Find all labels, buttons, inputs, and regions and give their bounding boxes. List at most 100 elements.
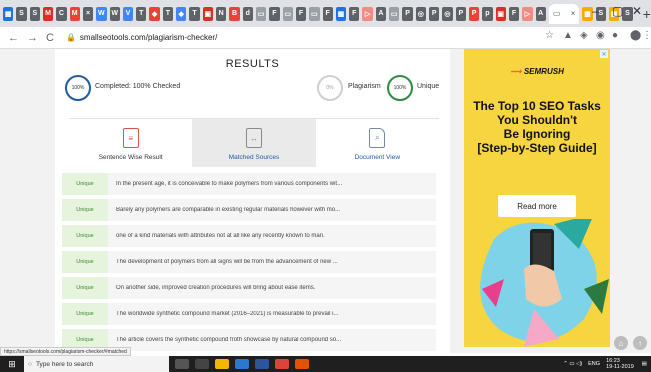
- browser-tab-favicon[interactable]: ×: [82, 6, 94, 21]
- browser-tab-favicon[interactable]: ▭: [282, 6, 293, 21]
- browser-tab-favicon[interactable]: S: [29, 6, 40, 21]
- unique-circle: 100%: [387, 75, 413, 101]
- sentence-row[interactable]: Unique In the present age, it is conceiva…: [62, 173, 436, 195]
- chrome-taskbar-icon[interactable]: [275, 359, 289, 369]
- browser-tab-favicon[interactable]: W: [109, 6, 120, 21]
- restore-button[interactable]: ▢: [612, 4, 623, 18]
- browser-tab-favicon[interactable]: ▦: [335, 6, 347, 21]
- status-url: https://smallseotools.com/plagiarism-che…: [0, 347, 131, 356]
- minimize-button[interactable]: –: [592, 4, 599, 18]
- tab-matched-sources[interactable]: ↔ Matched Sources: [192, 119, 316, 167]
- browser-tab-favicon[interactable]: F: [349, 6, 360, 21]
- windows-taskbar: ⊞ ○ Type here to search ⌃ ▭ ◁) ENG 16:23…: [0, 356, 651, 372]
- browser-tab-favicon[interactable]: F: [322, 6, 333, 21]
- ad-brand-text: SEMRUSH: [523, 67, 564, 76]
- forward-icon[interactable]: →: [27, 32, 38, 44]
- plagiarism-percent: 0%: [326, 85, 334, 91]
- url-field[interactable]: 🔒 smallseotools.com/plagiarism-checker/: [66, 33, 217, 42]
- close-tab-icon[interactable]: ×: [571, 9, 576, 18]
- browser-tab-favicon[interactable]: T: [162, 6, 174, 21]
- read-more-button[interactable]: Read more: [498, 195, 576, 217]
- extension-icon[interactable]: ◉: [596, 30, 605, 41]
- browser-tab-favicon[interactable]: ▭: [255, 6, 267, 21]
- file-explorer-icon[interactable]: [215, 359, 229, 369]
- browser-tab-favicon[interactable]: S: [16, 6, 27, 21]
- word-icon[interactable]: [255, 359, 269, 369]
- browser-tab-favicon[interactable]: d: [242, 6, 253, 21]
- sentence-row[interactable]: Unique one of a kind materials with attri…: [62, 225, 436, 247]
- lang-indicator[interactable]: ENG: [588, 361, 600, 367]
- browser-tab-favicon[interactable]: ◎: [442, 6, 453, 21]
- back-icon[interactable]: ←: [8, 32, 19, 44]
- reload-icon[interactable]: C: [46, 32, 54, 44]
- sentence-row[interactable]: Unique The worldwide synthetic compound m…: [62, 303, 436, 325]
- browser-tab-favicon[interactable]: p: [482, 6, 493, 21]
- browser-tab-favicon[interactable]: F: [508, 6, 520, 21]
- sentence-row[interactable]: Unique Barely any polymers are comparable…: [62, 199, 436, 221]
- notification-icon[interactable]: ▤: [642, 361, 647, 367]
- browser-tab-favicon[interactable]: ◆: [176, 6, 187, 21]
- store-icon[interactable]: [235, 359, 249, 369]
- sentence-text: The development of polymers from all sig…: [116, 259, 338, 265]
- mic-icon[interactable]: [175, 359, 189, 369]
- browser-tab-favicon[interactable]: C: [56, 6, 67, 21]
- taskbar-search-input[interactable]: ○ Type here to search: [24, 356, 169, 372]
- ad-illustration: [480, 219, 609, 347]
- browser-tab-favicon[interactable]: ▭: [309, 6, 320, 21]
- sentence-row[interactable]: Unique The development of polymers from a…: [62, 251, 436, 273]
- browser-tab-favicon[interactable]: P: [468, 6, 480, 21]
- browser-tab-favicon[interactable]: M: [69, 6, 80, 21]
- ad-brand-logo: ⟿ SEMRUSH: [464, 67, 610, 76]
- app-icon[interactable]: [295, 359, 309, 369]
- browser-tab-favicon[interactable]: ▣: [495, 6, 506, 21]
- browser-tab-favicon[interactable]: A: [375, 6, 387, 21]
- browser-tab-favicon[interactable]: N: [216, 6, 227, 21]
- menu-icon[interactable]: ⋮: [642, 30, 651, 41]
- sentence-text: In the present age, it is conceivable to…: [116, 181, 343, 187]
- unique-badge: Unique: [62, 251, 108, 273]
- browser-tab-favicon[interactable]: ▭: [389, 6, 400, 21]
- unique-badge: Unique: [62, 173, 108, 195]
- profile-icon[interactable]: ⬤: [630, 30, 641, 41]
- browser-tab-favicon[interactable]: M: [42, 6, 54, 21]
- browser-tab-favicon[interactable]: W: [96, 6, 107, 21]
- sentence-row[interactable]: Unique On another side, improved creation…: [62, 277, 436, 299]
- active-browser-tab[interactable]: ▭ ×: [548, 3, 580, 24]
- browser-tab-favicon[interactable]: B: [229, 6, 240, 21]
- chrome-icon[interactable]: ●: [612, 30, 618, 41]
- browser-tab-favicon[interactable]: ▦: [3, 6, 14, 21]
- browser-tab-favicon[interactable]: ◆: [149, 6, 160, 21]
- extension-icon[interactable]: ◈: [580, 30, 588, 41]
- browser-tab-favicon[interactable]: T: [136, 6, 147, 21]
- scroll-top-icon[interactable]: ↑: [633, 336, 647, 350]
- advertisement[interactable]: ✕ ⟿ SEMRUSH The Top 10 SEO Tasks You Sho…: [464, 49, 610, 347]
- windows-start-icon[interactable]: ⊞: [0, 356, 24, 372]
- tab-sentence-wise[interactable]: ≡ Sentence Wise Result: [69, 119, 192, 167]
- extension-icon[interactable]: ▲: [563, 30, 573, 41]
- new-tab-button[interactable]: +: [643, 6, 651, 22]
- browser-tab-favicon[interactable]: ▣: [202, 6, 213, 21]
- browser-tab-favicon[interactable]: ▷: [362, 6, 373, 21]
- browser-tab-favicon[interactable]: T: [189, 6, 200, 21]
- browser-tab-favicon[interactable]: F: [269, 6, 280, 21]
- close-window-button[interactable]: ✕: [632, 4, 642, 18]
- ad-headline-line: Be Ignoring: [503, 127, 571, 141]
- browser-tab-favicon[interactable]: A: [535, 6, 546, 21]
- star-icon[interactable]: ☆: [545, 30, 554, 41]
- ad-headline-line: You Shouldn't: [497, 113, 577, 127]
- browser-tab-favicon[interactable]: P: [429, 6, 440, 21]
- browser-tab-favicon[interactable]: F: [295, 6, 307, 21]
- home-icon[interactable]: ⌂: [614, 336, 628, 350]
- tab-document-view[interactable]: ⌕ Document View: [316, 119, 439, 167]
- search-icon: ○: [28, 360, 32, 368]
- browser-tab-favicon[interactable]: P: [402, 6, 413, 21]
- browser-tab-favicon[interactable]: P: [455, 6, 466, 21]
- browser-tab-favicon[interactable]: V: [122, 6, 134, 21]
- unique-percent: 100%: [393, 85, 407, 91]
- tray-icons[interactable]: ⌃ ▭ ◁): [563, 361, 582, 367]
- task-view-icon[interactable]: [195, 359, 209, 369]
- browser-tab-favicon[interactable]: ◎: [415, 6, 426, 21]
- ad-close-icon[interactable]: ✕: [600, 50, 608, 58]
- browser-tab-favicon[interactable]: ▷: [522, 6, 533, 21]
- tab-document-view-label: Document View: [354, 154, 401, 161]
